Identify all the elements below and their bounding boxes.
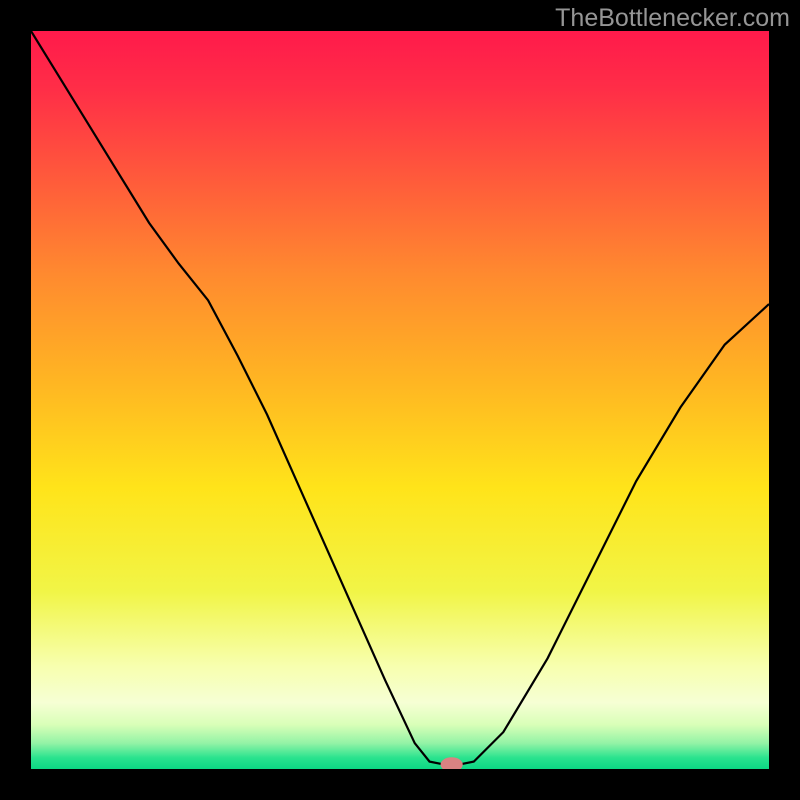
watermark-text: TheBottlenecker.com (555, 4, 790, 33)
plot-area (31, 31, 769, 769)
gradient-background (31, 31, 769, 769)
plot-svg (31, 31, 769, 769)
chart-frame: TheBottlenecker.com (0, 0, 800, 800)
